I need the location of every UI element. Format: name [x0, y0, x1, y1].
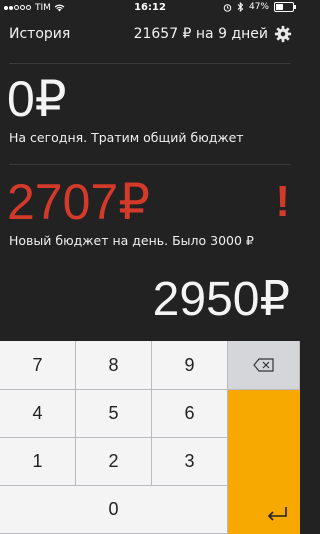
key-6[interactable]: 6: [152, 390, 228, 438]
key-7[interactable]: 7: [0, 341, 76, 390]
battery-icon: [274, 2, 296, 12]
header: История 21657 ₽ на 9 дней: [0, 24, 300, 48]
key-4[interactable]: 4: [0, 390, 76, 438]
daily-budget-amount: 2707₽: [7, 174, 151, 230]
history-button[interactable]: История: [9, 26, 70, 42]
budget-summary: 21657 ₽ на 9 дней: [133, 26, 268, 42]
key-0[interactable]: 0: [0, 486, 228, 534]
key-2[interactable]: 2: [76, 438, 152, 486]
bluetooth-icon: [237, 2, 244, 12]
alert-icon: !: [275, 177, 290, 226]
amount-input[interactable]: 2950₽: [153, 275, 290, 325]
key-5[interactable]: 5: [76, 390, 152, 438]
enter-icon: [267, 507, 287, 521]
key-1[interactable]: 1: [0, 438, 76, 486]
battery-percent: 47%: [248, 2, 269, 12]
divider: [9, 63, 291, 64]
status-right: 47%: [223, 2, 296, 12]
today-caption: На сегодня. Тратим общий бюджет: [9, 130, 244, 145]
key-3[interactable]: 3: [152, 438, 228, 486]
status-bar: TIM 16:12 47%: [0, 0, 300, 18]
gear-icon[interactable]: [274, 25, 292, 43]
alarm-icon: [223, 3, 232, 12]
key-8[interactable]: 8: [76, 341, 152, 390]
daily-budget-caption: Новый бюджет на день. Было 3000 ₽: [9, 233, 254, 248]
backspace-icon: [252, 358, 274, 372]
backspace-button[interactable]: [228, 341, 300, 390]
enter-button[interactable]: [228, 390, 300, 534]
divider: [9, 164, 291, 165]
today-amount: 0₽: [7, 71, 67, 127]
numeric-keypad: 7 8 9 4 5 6 1 2 3 0: [0, 341, 300, 534]
key-9[interactable]: 9: [152, 341, 228, 390]
